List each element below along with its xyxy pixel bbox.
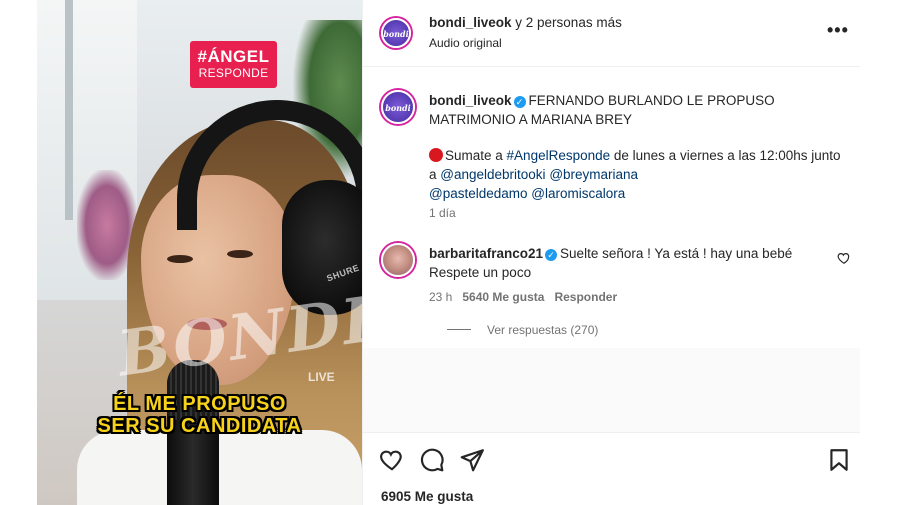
share-paper-plane-icon[interactable] [459,447,485,473]
header-username[interactable]: bondi_liveok [429,15,512,30]
person-eye [227,250,253,258]
like-heart-icon[interactable] [379,447,405,473]
view-replies-label: Ver respuestas (270) [487,323,599,337]
comment-like-heart-icon[interactable] [837,251,851,265]
angel-responde-badge: #ÁNGEL RESPONDE [190,41,277,88]
caption-line2-pre: a [429,167,441,182]
comments-scroll-area [363,348,861,432]
comment-reply-button[interactable]: Responder [554,290,617,304]
video-caption-line1: ÉL ME PROPUSO [113,393,286,415]
red-circle-icon [429,148,443,162]
verified-badge-icon: ✓ [545,249,558,261]
caption-author-avatar[interactable] [381,90,415,124]
bondi-watermark-sub: LIVE [308,370,335,384]
caption-body-pre: Sumate a [445,148,507,163]
headphone-brand-label: SHURE [325,262,361,284]
post-media-video[interactable]: SHURE BONDI LIVE #ÁNGEL RESPONDE ÉL ME P… [37,0,362,505]
caption-title-line2: MATRIMONIO A MARIANA BREY [429,112,633,127]
comment-body-line1: Suelte señora ! Ya está ! hay una bebé [560,246,793,261]
replies-divider-line [447,329,471,330]
verified-badge-icon: ✓ [513,96,526,108]
mention-link[interactable]: @breymariana [549,167,638,182]
save-bookmark-icon[interactable] [826,447,852,473]
more-options-icon[interactable]: ••• [827,20,849,41]
person-eye [167,255,193,263]
comment-time[interactable]: 23 h [429,290,452,304]
post-like-count[interactable]: 6905 Me gusta [381,489,473,504]
hashtag-link[interactable]: #AngelResponde [507,148,611,163]
mention-link[interactable]: @pasteldedamo [429,186,528,201]
mention-link[interactable]: @laromiscalora [531,186,625,201]
header-collab-suffix[interactable]: y 2 personas más [512,15,622,30]
author-avatar[interactable] [381,18,411,48]
caption-title: FERNANDO BURLANDO LE PROPUSO [528,93,775,108]
caption-text: bondi_liveok ✓ FERNANDO BURLANDO LE PROPUS… [429,91,849,129]
caption-username[interactable]: bondi_liveok [429,93,512,108]
caption-timestamp[interactable]: 1 día [429,206,456,220]
video-caption-line2: SER SU CANDIDATA [97,415,302,437]
badge-line2: RESPONDE [198,66,269,80]
comment-bubble-icon[interactable] [419,447,445,473]
view-replies-button[interactable]: Ver respuestas (270) [447,323,598,337]
person-shirt [77,430,362,505]
mention-link[interactable]: @angeldebritooki [440,167,545,182]
caption-body-post: de lunes a viernes a las 12:00hs junto [610,148,841,163]
comment-username[interactable]: barbaritafranco21 [429,246,543,261]
comment-text: barbaritafranco21 ✓ Suelte señora ! Ya est… [429,244,824,282]
caption-body: Sumate a #AngelResponde de lunes a viern… [429,146,854,203]
action-bar: 6905 Me gusta [363,432,861,505]
post-header: bondi_liveok y 2 personas más Audio orig… [363,0,861,67]
comment-body-line2: Respete un poco [429,265,532,280]
audio-original-link[interactable]: Audio original [429,36,502,50]
page-margin-right [860,0,900,505]
header-author-line: bondi_liveok y 2 personas más [429,15,622,30]
commenter-avatar[interactable] [381,243,415,277]
post-side-panel: bondi_liveok y 2 personas más Audio orig… [362,0,861,505]
comment-meta: 23 h 5640 Me gusta Responder [429,290,617,304]
badge-line1: #ÁNGEL [197,47,270,66]
comment-likes[interactable]: 5640 Me gusta [462,290,544,304]
